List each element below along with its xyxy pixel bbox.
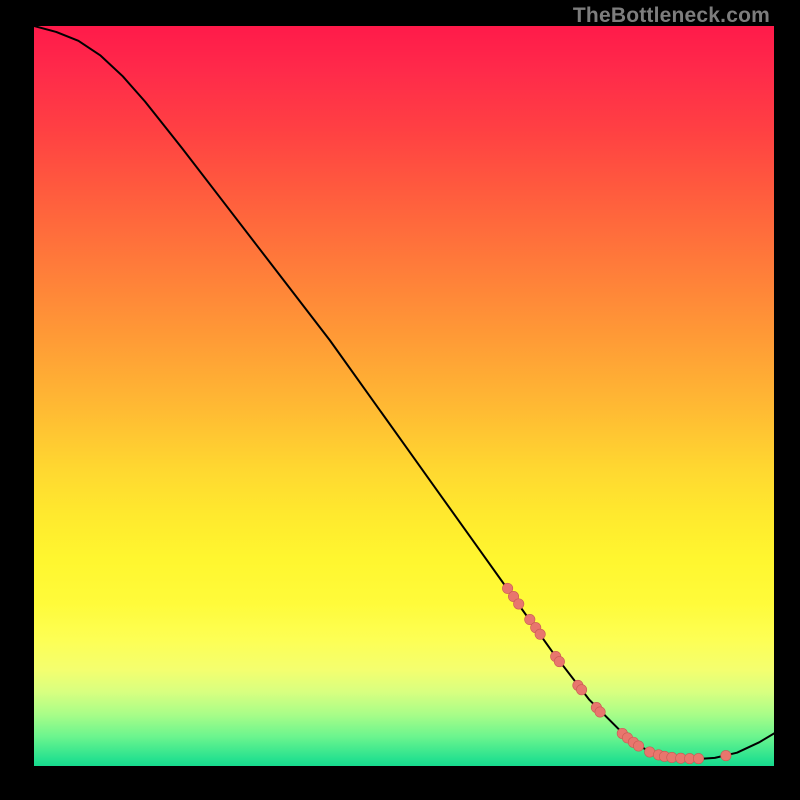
bottleneck-curve <box>34 26 774 766</box>
data-point <box>576 685 586 695</box>
data-point <box>535 629 545 639</box>
data-point <box>554 656 564 666</box>
data-point <box>595 707 605 717</box>
curve-path <box>34 26 774 759</box>
data-point <box>693 753 703 763</box>
data-point <box>721 750 731 760</box>
data-point <box>514 599 524 609</box>
chart-container: TheBottleneck.com <box>0 0 800 800</box>
watermark-text: TheBottleneck.com <box>573 4 770 28</box>
plot-area <box>34 26 774 766</box>
data-point <box>633 741 643 751</box>
